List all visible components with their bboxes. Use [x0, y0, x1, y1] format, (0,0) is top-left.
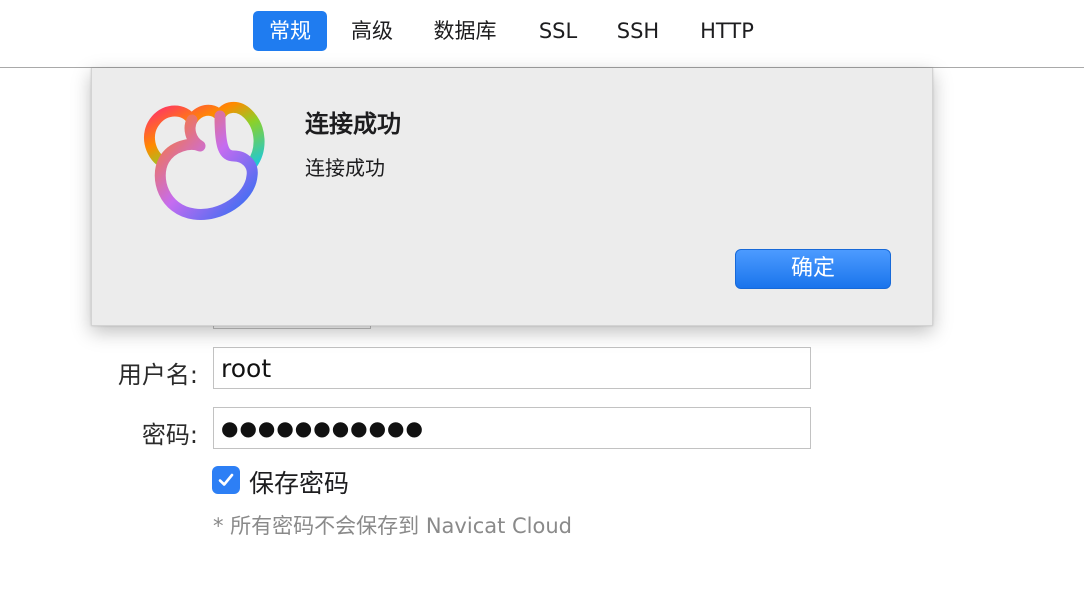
tab-advanced[interactable]: 高级	[340, 11, 404, 51]
tab-http[interactable]: HTTP	[688, 11, 766, 51]
dialog-title: 连接成功	[305, 110, 401, 138]
dialog-message: 连接成功	[305, 156, 385, 180]
connection-success-dialog: 连接成功 连接成功 确定	[91, 68, 933, 326]
tab-database[interactable]: 数据库	[422, 11, 508, 51]
password-label: 密码:	[141, 421, 198, 449]
tab-ssh[interactable]: SSH	[606, 11, 670, 51]
cloud-password-note: * 所有密码不会保存到 Navicat Cloud	[213, 514, 572, 538]
ok-button[interactable]: 确定	[735, 249, 891, 289]
tab-ssl[interactable]: SSL	[527, 11, 589, 51]
tab-bar: 常规 高级 数据库 SSL SSH HTTP	[0, 0, 1084, 68]
save-password-label[interactable]: 保存密码	[249, 464, 349, 500]
save-password-checkbox[interactable]	[212, 466, 240, 494]
username-input[interactable]	[213, 347, 811, 389]
username-label: 用户名:	[117, 361, 198, 389]
password-input[interactable]: ●●●●●●●●●●●	[213, 407, 811, 449]
navicat-logo-icon	[143, 102, 265, 220]
tab-general[interactable]: 常规	[253, 11, 327, 51]
checkmark-icon	[218, 473, 234, 486]
